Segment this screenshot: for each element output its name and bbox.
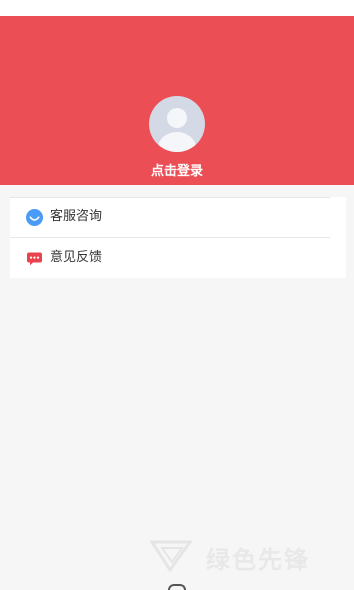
watermark: 绿色先锋 (150, 536, 350, 576)
menu-item-feedback[interactable]: 意见反馈 (10, 238, 346, 278)
menu-list: 客服咨询 意见反馈 (10, 197, 346, 278)
profile-header: 点击登录 (0, 16, 354, 185)
customer-service-icon (26, 209, 43, 226)
watermark-text: 绿色先锋 (206, 546, 310, 574)
menu-item-customer-service[interactable]: 客服咨询 (10, 197, 346, 238)
avatar[interactable] (149, 96, 205, 152)
home-indicator (168, 584, 186, 590)
menu-item-label: 客服咨询 (50, 209, 103, 224)
login-link[interactable]: 点击登录 (0, 160, 354, 179)
feedback-icon (27, 252, 42, 266)
status-bar (0, 0, 354, 16)
watermark-logo-icon (150, 540, 193, 573)
menu-item-label: 意见反馈 (50, 250, 103, 265)
